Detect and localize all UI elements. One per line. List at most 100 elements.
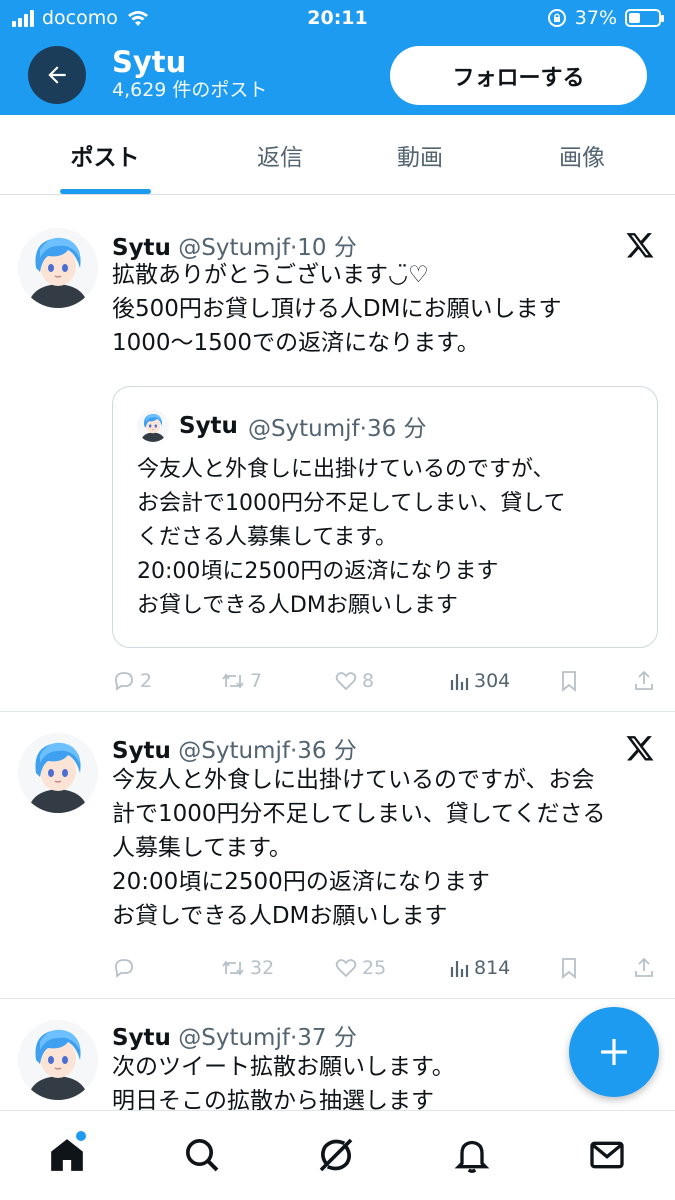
profile-header: docomo 20:11 37% Sytu 4,629 件のポスト フォローする [0, 0, 675, 115]
bell-icon [454, 1140, 490, 1173]
share-button[interactable] [632, 953, 656, 983]
tweet[interactable]: Sytu @Sytumjf·10 分 拡散ありがとうございます◡̈♡ 後500円… [0, 196, 675, 712]
x-logo-icon [625, 230, 655, 260]
tweet-text: 今友人と外食しに出掛けているのですが、お会 計で1000円分不足してしまい、貸し… [112, 763, 662, 933]
quote-time: 36 分 [366, 416, 427, 442]
profile-name: Sytu [112, 45, 187, 79]
reply-count: 2 [140, 670, 153, 692]
follow-button[interactable]: フォローする [390, 46, 647, 105]
quote-line: 今友人と外食しに出掛けているのですが、 [137, 457, 555, 482]
views-button[interactable]: 304 [448, 666, 510, 696]
rotation-lock-icon [547, 9, 566, 27]
view-count: 304 [474, 670, 511, 692]
quote-line: お会計で1000円分不足してしまい、貸して [137, 491, 566, 516]
tweet-text: 拡散ありがとうございます◡̈♡ 後500円お貸し頂ける人DMにお願いします 10… [112, 258, 662, 360]
repost-count: 7 [250, 670, 263, 692]
author-name[interactable]: Sytu [112, 1025, 171, 1051]
author-name[interactable]: Sytu [112, 738, 171, 764]
bookmark-icon [562, 958, 576, 979]
tweet[interactable]: Sytu @Sytumjf·36 分 今友人と外食しに出掛けているのですが、お会… [0, 713, 675, 999]
bookmark-button[interactable] [558, 666, 580, 696]
views-icon [450, 674, 469, 690]
views-button[interactable]: 814 [448, 953, 510, 983]
profile-title: Sytu 4,629 件のポスト [112, 46, 267, 102]
like-button[interactable]: 25 [334, 953, 386, 983]
post-count: 4,629 件のポスト [112, 79, 268, 101]
share-button[interactable] [632, 666, 656, 696]
like-count: 25 [362, 957, 387, 979]
profile-tabs: ポスト 返信 動画 画像 [0, 115, 675, 195]
like-count: 8 [362, 670, 375, 692]
tweet-line: 20:00頃に2500円の返済になります [112, 869, 490, 895]
tab-videos[interactable]: 動画 [355, 115, 485, 195]
nav-messages[interactable] [585, 1133, 629, 1177]
bookmark-icon [562, 671, 576, 692]
battery-percent: 37% [574, 7, 617, 29]
quote-line: 20:00頃に2500円の返済になります [137, 559, 499, 584]
tweet-line: 計で1000円分不足してしまい、貸してくださる [112, 801, 606, 827]
share-icon [635, 957, 653, 977]
active-tab-indicator [60, 189, 151, 194]
tweet-header: Sytu @Sytumjf·37 分 [112, 1018, 357, 1052]
heart-icon [335, 959, 357, 978]
tweet-line: お貸しできる人DMお願いします [112, 903, 448, 929]
reply-button[interactable]: 2 [112, 666, 152, 696]
tweet-line: 人募集してます。 [112, 835, 292, 861]
nav-grok[interactable] [314, 1133, 358, 1177]
avatar[interactable] [18, 228, 98, 308]
tweet-time[interactable]: 36 分 [297, 738, 357, 764]
author-handle[interactable]: @Sytumjf [178, 738, 290, 764]
arrow-left-icon [48, 66, 66, 84]
quote-line: くださる人募集してます。 [137, 525, 398, 550]
repost-icon [222, 673, 244, 689]
tab-posts[interactable]: ポスト [40, 115, 170, 195]
home-icon [51, 1139, 83, 1171]
tweet-header: Sytu @Sytumjf·36 分 [112, 731, 357, 765]
grok-icon [319, 1138, 353, 1172]
quote-author-handle: @Sytumjf [247, 416, 360, 442]
tweet-line: 拡散ありがとうございます◡̈♡ [112, 262, 429, 288]
tweet-time[interactable]: 37 分 [297, 1025, 357, 1051]
view-count: 814 [474, 957, 511, 979]
tweet-line: 今友人と外食しに出掛けているのですが、お会 [112, 767, 595, 793]
plus-icon [601, 1039, 627, 1065]
battery-icon [625, 9, 664, 27]
repost-icon [222, 960, 244, 976]
notification-dot [76, 1131, 86, 1141]
status-bar: docomo 20:11 37% [0, 0, 675, 38]
like-button[interactable]: 8 [334, 666, 374, 696]
repost-button[interactable]: 32 [220, 953, 274, 983]
tweet-line: 1000〜1500での返済になります。 [112, 330, 480, 356]
tweet-actions: 32 25 814 [112, 953, 657, 983]
reply-button[interactable] [112, 953, 140, 983]
quote-header: Sytu @Sytumjf·36 分 [137, 409, 427, 443]
back-button[interactable] [28, 46, 86, 104]
bottom-nav [0, 1110, 675, 1200]
quote-line: お貸しできる人DMお願いします [137, 593, 458, 618]
tweet-actions: 2 7 8 304 [112, 666, 657, 696]
bookmark-button[interactable] [558, 953, 580, 983]
quote-text: 今友人と外食しに出掛けているのですが、 お会計で1000円分不足してしまい、貸し… [137, 453, 566, 623]
avatar[interactable] [18, 1020, 98, 1100]
compose-button[interactable] [569, 1007, 659, 1097]
avatar[interactable] [18, 733, 98, 813]
repost-button[interactable]: 7 [220, 666, 262, 696]
x-logo-icon [625, 733, 655, 763]
mail-icon [590, 1141, 624, 1169]
nav-search[interactable] [180, 1133, 224, 1177]
reply-icon [115, 959, 133, 978]
tweet-line: 明日そこの拡散から抽選します [112, 1088, 434, 1110]
views-icon [450, 961, 469, 977]
nav-notifications[interactable] [450, 1133, 494, 1177]
tab-replies[interactable]: 返信 [215, 115, 345, 195]
tab-images[interactable]: 画像 [517, 115, 647, 195]
author-handle[interactable]: @Sytumjf [178, 1025, 290, 1051]
share-icon [635, 670, 653, 690]
tweet-line: 後500円お貸し頂ける人DMにお願いします [112, 296, 562, 322]
quote-author-name: Sytu [179, 413, 238, 439]
search-icon [186, 1139, 219, 1172]
quoted-tweet[interactable]: Sytu @Sytumjf·36 分 今友人と外食しに出掛けているのですが、 お… [112, 386, 658, 648]
heart-icon [335, 672, 357, 691]
tweet-header: Sytu @Sytumjf·10 分 [112, 228, 357, 262]
reply-icon [115, 672, 133, 691]
